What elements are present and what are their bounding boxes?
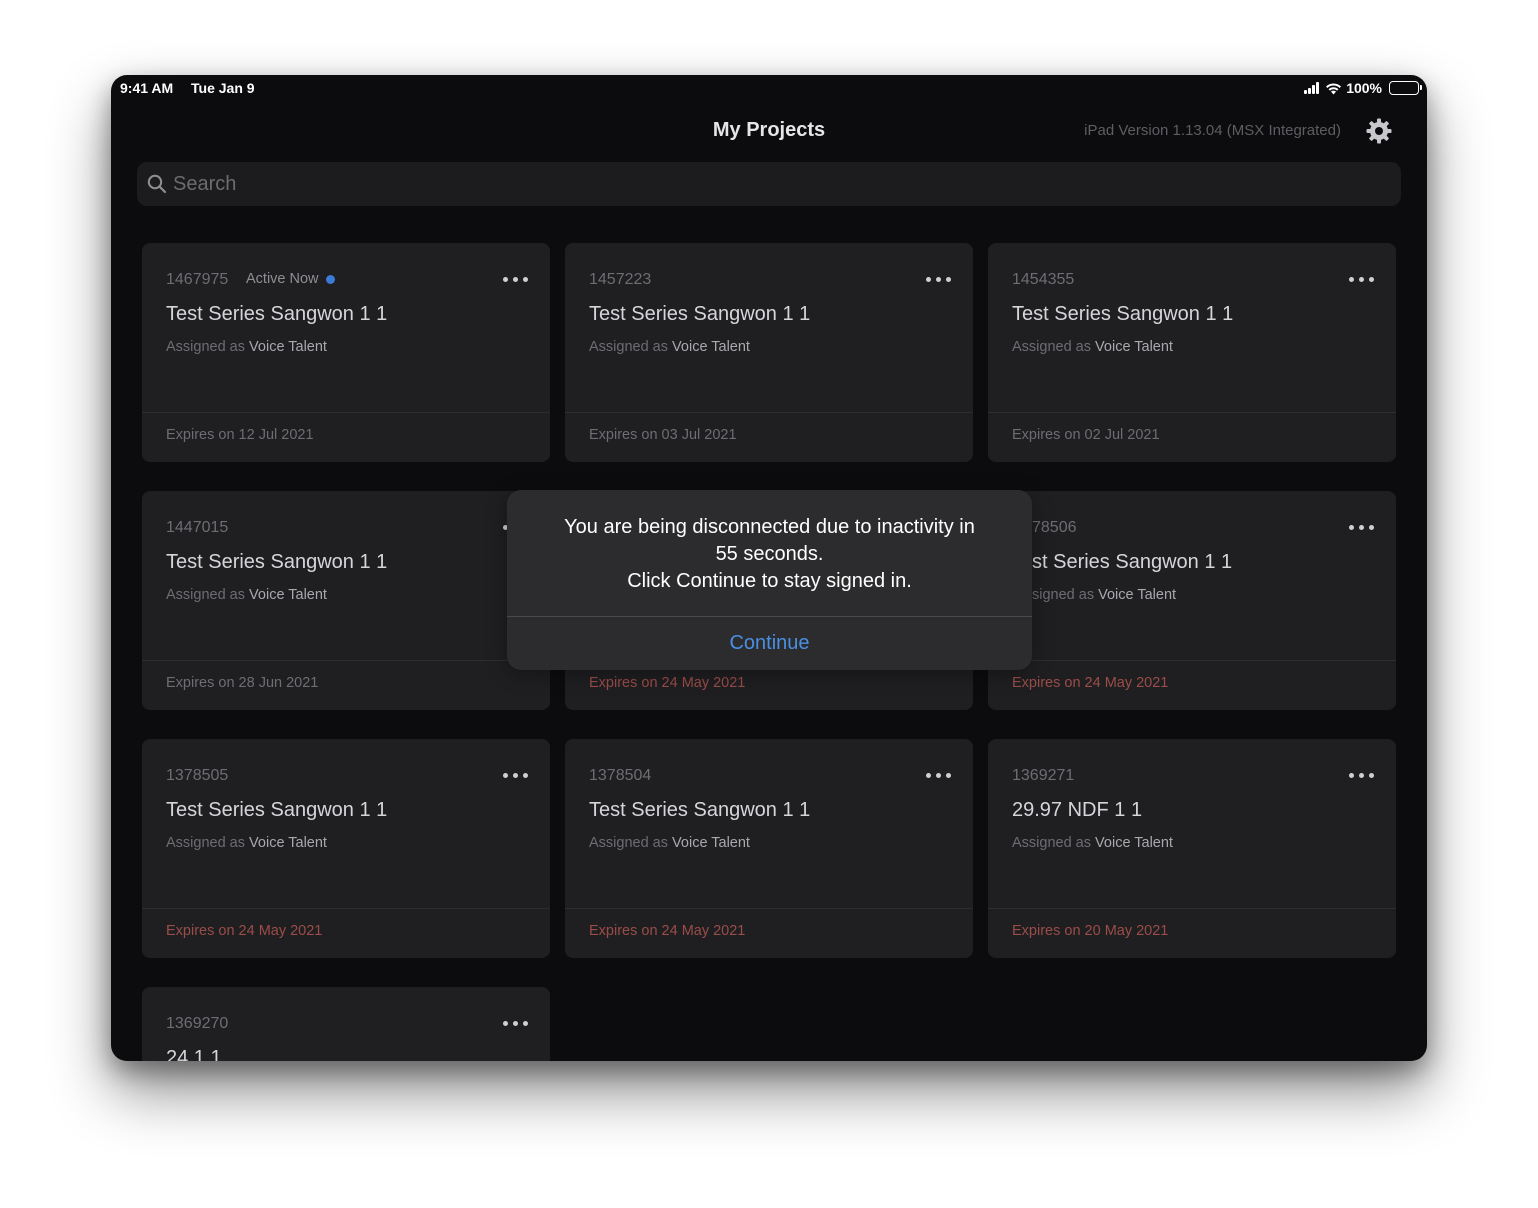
cellular-signal-icon <box>1304 82 1320 94</box>
project-id: 1378504 <box>589 767 652 784</box>
continue-button[interactable]: Continue <box>507 617 1032 670</box>
project-card[interactable]: 1369270 24 1 1 <box>142 987 550 1061</box>
project-title: Test Series Sangwon 1 1 <box>166 551 388 573</box>
project-card[interactable]: 1378505 Test Series Sangwon 1 1 Assigned… <box>142 739 550 958</box>
status-indicators: 100% <box>1304 80 1422 96</box>
status-date: Tue Jan 9 <box>191 80 255 96</box>
project-card[interactable]: 1454355 Test Series Sangwon 1 1 Assigned… <box>988 243 1396 462</box>
version-label: iPad Version 1.13.04 (MSX Integrated) <box>1084 122 1341 139</box>
project-title: Test Series Sangwon 1 1 <box>1012 303 1234 325</box>
project-card[interactable]: 78506 st Series Sangwon 1 1 signed as Vo… <box>988 491 1396 710</box>
assignment: Assigned as Voice Talent <box>166 587 327 603</box>
assignment: signed as Voice Talent <box>1032 587 1176 603</box>
expiry-date: Expires on 28 Jun 2021 <box>166 675 319 691</box>
alert-line-2: 55 seconds. <box>715 543 824 565</box>
project-id: 1378505 <box>166 767 229 784</box>
expiry-date: Expires on 02 Jul 2021 <box>1012 427 1160 443</box>
ipad-screen: 9:41 AM Tue Jan 9 100% My Projects iPad … <box>111 75 1427 1061</box>
expiry-date: Expires on 03 Jul 2021 <box>589 427 737 443</box>
assigned-prefix: Assigned as <box>166 587 245 603</box>
project-title: Test Series Sangwon 1 1 <box>166 303 388 325</box>
project-title: 24 1 1 <box>166 1047 222 1061</box>
active-dot-icon <box>325 274 335 284</box>
assignment: Assigned as Voice Talent <box>166 835 327 851</box>
assigned-role: Voice Talent <box>249 587 327 603</box>
more-options-icon[interactable] <box>1349 525 1374 530</box>
search-icon <box>147 174 167 194</box>
search-input[interactable] <box>173 172 1373 196</box>
card-divider <box>142 660 550 661</box>
more-options-icon[interactable] <box>503 277 528 282</box>
more-options-icon[interactable] <box>503 773 528 778</box>
alert-message: You are being disconnected due to inacti… <box>507 514 1032 595</box>
more-options-icon[interactable] <box>926 277 951 282</box>
battery-icon <box>1389 81 1422 95</box>
project-title: Test Series Sangwon 1 1 <box>589 799 811 821</box>
expiry-date: Expires on 24 May 2021 <box>166 923 323 939</box>
more-options-icon[interactable] <box>926 773 951 778</box>
assigned-prefix: signed as <box>1032 587 1095 603</box>
project-title: Test Series Sangwon 1 1 <box>166 799 388 821</box>
assignment: Assigned as Voice Talent <box>589 835 750 851</box>
search-bar[interactable] <box>137 162 1401 206</box>
card-divider <box>988 660 1396 661</box>
assigned-role: Voice Talent <box>1098 587 1177 603</box>
assigned-prefix: Assigned as <box>1012 835 1091 851</box>
more-options-icon[interactable] <box>503 1021 528 1026</box>
expiry-date: Expires on 12 Jul 2021 <box>166 427 314 443</box>
project-card[interactable]: 1447015 Test Series Sangwon 1 1 Assigned… <box>142 491 550 710</box>
alert-line-3: Click Continue to stay signed in. <box>627 570 912 592</box>
assigned-role: Voice Talent <box>1095 835 1173 851</box>
assigned-role: Voice Talent <box>249 339 327 355</box>
expiry-date: Expires on 24 May 2021 <box>1012 675 1169 691</box>
card-divider <box>988 908 1396 909</box>
expiry-date: Expires on 24 May 2021 <box>589 675 746 691</box>
card-divider <box>565 412 973 413</box>
project-card[interactable]: 1457223 Test Series Sangwon 1 1 Assigned… <box>565 243 973 462</box>
project-id: 78506 <box>1032 519 1077 536</box>
assigned-prefix: Assigned as <box>589 339 668 355</box>
active-status: Active Now <box>246 271 335 287</box>
card-divider <box>142 908 550 909</box>
project-id: 1467975 <box>166 271 229 288</box>
project-card[interactable]: 1378504 Test Series Sangwon 1 1 Assigned… <box>565 739 973 958</box>
more-options-icon[interactable] <box>1349 773 1374 778</box>
assignment: Assigned as Voice Talent <box>589 339 750 355</box>
assigned-role: Voice Talent <box>672 339 750 355</box>
alert-line-1: You are being disconnected due to inacti… <box>564 516 975 538</box>
project-card[interactable]: 1369271 29.97 NDF 1 1 Assigned as Voice … <box>988 739 1396 958</box>
battery-percent: 100% <box>1346 80 1382 96</box>
status-time: 9:41 AM <box>120 80 174 96</box>
active-label: Active Now <box>246 271 319 287</box>
status-bar: 9:41 AM Tue Jan 9 100% <box>111 75 1427 101</box>
expiry-date: Expires on 24 May 2021 <box>589 923 746 939</box>
card-divider <box>988 412 1396 413</box>
expiry-date: Expires on 20 May 2021 <box>1012 923 1169 939</box>
assignment: Assigned as Voice Talent <box>166 339 327 355</box>
assignment: Assigned as Voice Talent <box>1012 835 1173 851</box>
project-card[interactable]: 1467975 Active Now Test Series Sangwon 1… <box>142 243 550 462</box>
gear-icon[interactable] <box>1365 117 1393 145</box>
project-title: Test Series Sangwon 1 1 <box>589 303 811 325</box>
assigned-prefix: Assigned as <box>589 835 668 851</box>
inactivity-alert: You are being disconnected due to inacti… <box>507 490 1032 670</box>
assigned-prefix: Assigned as <box>166 339 245 355</box>
project-id: 1369270 <box>166 1015 229 1032</box>
assigned-prefix: Assigned as <box>1012 339 1091 355</box>
project-id: 1454355 <box>1012 271 1075 288</box>
project-title: 29.97 NDF 1 1 <box>1012 799 1143 821</box>
more-options-icon[interactable] <box>1349 277 1374 282</box>
wifi-icon <box>1325 82 1342 95</box>
project-id: 1457223 <box>589 271 652 288</box>
assignment: Assigned as Voice Talent <box>1012 339 1173 355</box>
assigned-role: Voice Talent <box>249 835 327 851</box>
assigned-prefix: Assigned as <box>166 835 245 851</box>
assigned-role: Voice Talent <box>672 835 750 851</box>
card-divider <box>565 908 973 909</box>
card-divider <box>142 412 550 413</box>
project-id: 1447015 <box>166 519 229 536</box>
project-title: st Series Sangwon 1 1 <box>1032 551 1233 573</box>
project-id: 1369271 <box>1012 767 1075 784</box>
assigned-role: Voice Talent <box>1095 339 1173 355</box>
